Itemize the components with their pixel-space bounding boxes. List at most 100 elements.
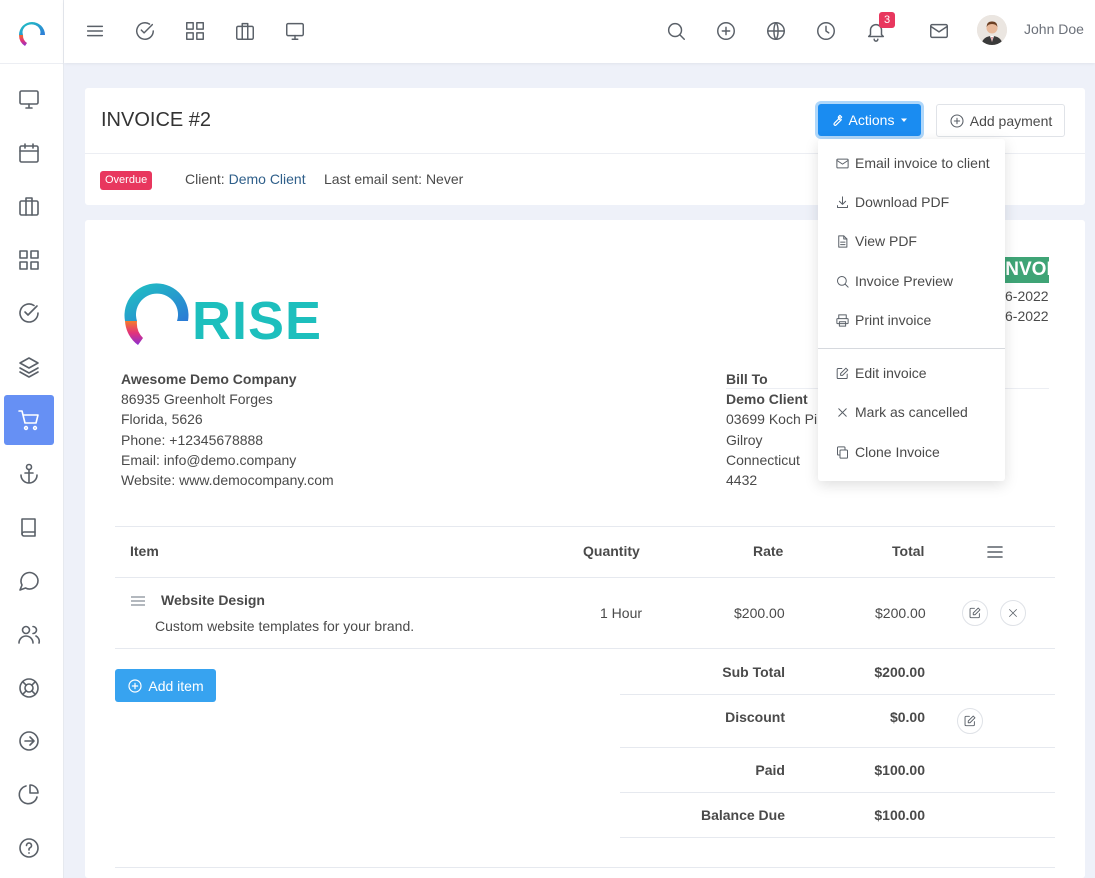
bill-to-city: Gilroy bbox=[726, 431, 763, 448]
grid-icon bbox=[19, 250, 39, 270]
logo-text: RISE bbox=[192, 291, 322, 349]
bill-to-zip: 4432 bbox=[726, 472, 758, 489]
status-badge: Overdue bbox=[100, 171, 153, 190]
menu-item-print-invoice[interactable]: Print invoice bbox=[835, 312, 931, 328]
menu-item-edit-invoice[interactable]: Edit invoice bbox=[835, 365, 927, 381]
actions-button[interactable]: Actions bbox=[818, 104, 921, 136]
menu-item-invoice-preview[interactable]: Invoice Preview bbox=[835, 273, 953, 289]
user-name[interactable]: John Doe bbox=[1024, 21, 1084, 37]
menu-item-label: Edit invoice bbox=[855, 365, 927, 381]
menu-item-clone-invoice[interactable]: Clone Invoice bbox=[835, 444, 940, 460]
company-info: Awesome Demo Company 86935 Greenholt For… bbox=[121, 369, 334, 490]
menu-item-view-pdf[interactable]: View PDF bbox=[835, 233, 917, 249]
sidebar-item-dashboard[interactable] bbox=[4, 74, 54, 124]
layers-icon bbox=[19, 357, 39, 378]
globe-icon bbox=[767, 22, 785, 40]
sidebar-item-sales[interactable] bbox=[4, 395, 54, 445]
column-options-button[interactable] bbox=[986, 544, 1004, 560]
bill-to-address: 03699 Koch Pin bbox=[726, 411, 825, 428]
menu-item-label: Email invoice to client bbox=[855, 155, 990, 171]
due-date: 6-2022 bbox=[1005, 308, 1049, 324]
book-icon bbox=[21, 518, 36, 537]
sidebar-item-projects[interactable] bbox=[4, 181, 54, 231]
sub-total-label: Sub Total bbox=[722, 664, 785, 680]
edit-item-button[interactable] bbox=[962, 600, 988, 626]
printer-icon bbox=[836, 313, 849, 327]
bill-to-state: Connecticut bbox=[726, 451, 800, 468]
bill-date: 6-2022 bbox=[1005, 288, 1049, 304]
summary-divider bbox=[620, 837, 1055, 838]
cart-icon bbox=[18, 410, 39, 431]
language-button[interactable] bbox=[761, 16, 791, 46]
pie-chart-icon bbox=[18, 784, 39, 805]
app-logo[interactable] bbox=[0, 0, 63, 64]
edit-discount-button[interactable] bbox=[957, 708, 983, 734]
wrench-icon bbox=[832, 114, 842, 126]
company-email: Email: info@demo.company bbox=[121, 451, 297, 468]
menu-icon bbox=[987, 546, 1003, 558]
rise-logo-icon: RISE bbox=[124, 283, 322, 349]
table-header-border bbox=[115, 577, 1055, 578]
menu-item-email-invoice[interactable]: Email invoice to client bbox=[835, 155, 990, 171]
column-header-total: Total bbox=[892, 543, 925, 559]
tasks-shortcut-button[interactable] bbox=[130, 16, 160, 46]
footer-divider bbox=[115, 867, 1055, 868]
item-rate: $200.00 bbox=[734, 605, 785, 621]
table-row-border bbox=[115, 648, 1055, 649]
sidebar-item-prospects[interactable] bbox=[4, 449, 54, 499]
client-info: Client: Demo Client bbox=[185, 171, 306, 187]
sidebar-item-leads[interactable] bbox=[4, 342, 54, 392]
balance-due-value: $100.00 bbox=[874, 807, 925, 823]
client-link[interactable]: Demo Client bbox=[229, 171, 306, 187]
search-icon bbox=[837, 275, 849, 288]
logo-icon bbox=[18, 21, 45, 46]
close-icon bbox=[1009, 609, 1017, 617]
menu-item-label: Download PDF bbox=[855, 194, 950, 210]
sidebar-item-team[interactable] bbox=[4, 609, 54, 659]
item-total: $200.00 bbox=[875, 605, 926, 621]
menu-toggle-button[interactable] bbox=[80, 16, 110, 46]
timer-button[interactable] bbox=[811, 16, 841, 46]
discount-label: Discount bbox=[725, 709, 785, 725]
sidebar-item-messages[interactable] bbox=[4, 556, 54, 606]
topbar: 3 John Doe bbox=[64, 0, 1095, 63]
last-email-info: Last email sent: Never bbox=[324, 171, 464, 187]
chat-icon bbox=[19, 571, 39, 591]
drag-handle-icon bbox=[131, 596, 145, 606]
column-header-rate: Rate bbox=[753, 543, 784, 559]
delete-item-button[interactable] bbox=[1000, 600, 1026, 626]
mail-icon bbox=[836, 158, 849, 168]
avatar[interactable] bbox=[977, 15, 1007, 45]
apps-shortcut-button[interactable] bbox=[180, 16, 210, 46]
bill-to-label: Bill To bbox=[726, 371, 768, 387]
paid-label: Paid bbox=[755, 762, 785, 778]
column-header-quantity: Quantity bbox=[583, 543, 640, 559]
copy-icon bbox=[837, 445, 848, 459]
projects-shortcut-button[interactable] bbox=[230, 16, 260, 46]
add-item-button[interactable]: Add item bbox=[115, 669, 216, 702]
sidebar-item-expenses[interactable] bbox=[4, 716, 54, 766]
actions-button-label: Actions bbox=[848, 112, 895, 128]
sidebar-item-help[interactable] bbox=[4, 823, 54, 873]
sidebar-item-tasks[interactable] bbox=[4, 288, 54, 338]
plus-circle-icon bbox=[128, 678, 142, 693]
messages-button[interactable] bbox=[924, 16, 954, 46]
company-logo: RISE bbox=[122, 279, 342, 349]
quick-add-button[interactable] bbox=[711, 16, 741, 46]
edit-icon bbox=[969, 607, 981, 619]
menu-item-label: Print invoice bbox=[855, 312, 932, 328]
sidebar-item-support[interactable] bbox=[4, 663, 54, 713]
sidebar-item-notes[interactable] bbox=[4, 502, 54, 552]
add-payment-button[interactable]: Add payment bbox=[936, 104, 1065, 137]
search-button[interactable] bbox=[661, 16, 691, 46]
dashboard-shortcut-button[interactable] bbox=[280, 16, 310, 46]
sidebar-item-clients[interactable] bbox=[4, 235, 54, 285]
sidebar-item-events[interactable] bbox=[4, 128, 54, 178]
sidebar-item-reports[interactable] bbox=[4, 769, 54, 819]
menu-item-mark-cancelled[interactable]: Mark as cancelled bbox=[835, 404, 968, 420]
help-circle-icon bbox=[19, 838, 39, 858]
paid-value: $100.00 bbox=[874, 762, 925, 778]
bill-to-name: Demo Client bbox=[726, 391, 808, 408]
menu-item-download-pdf[interactable]: Download PDF bbox=[835, 194, 949, 210]
drag-handle[interactable] bbox=[130, 595, 146, 607]
